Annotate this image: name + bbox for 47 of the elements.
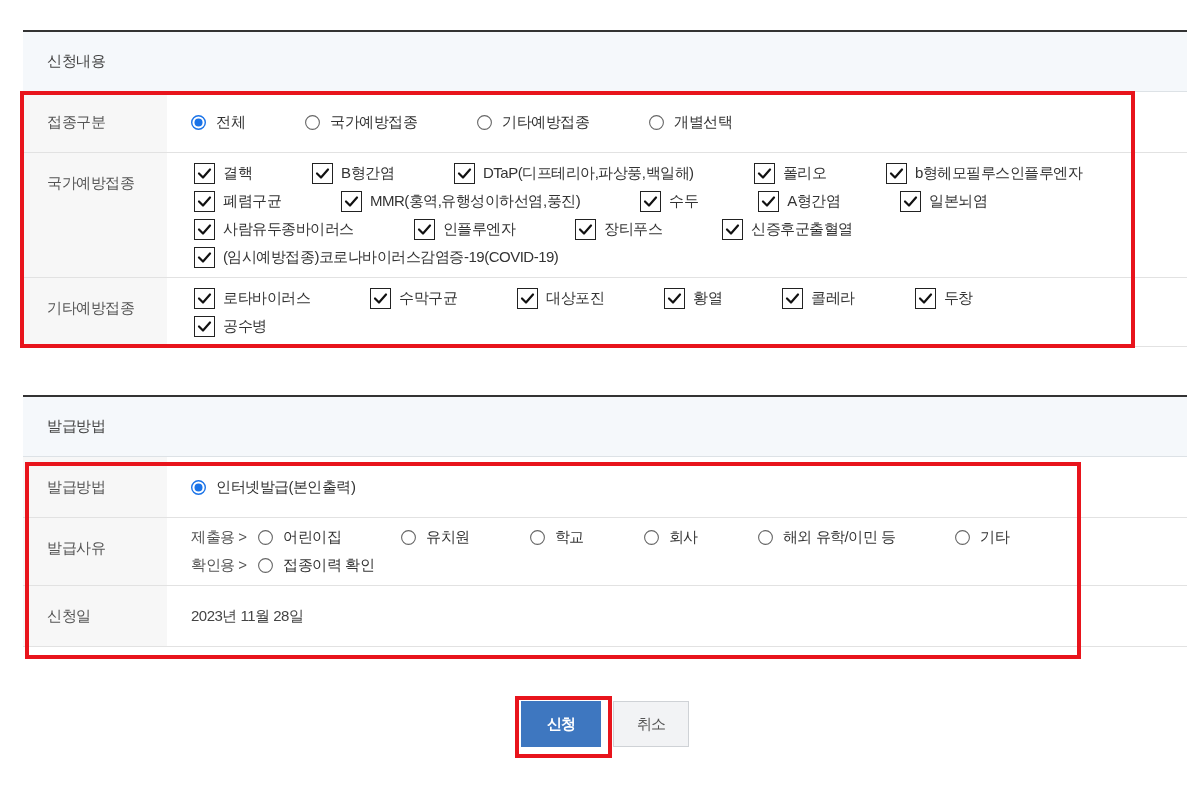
checkbox-option[interactable]: 황열 (664, 286, 722, 310)
apply-button[interactable]: 신청 (521, 701, 601, 747)
radio-option[interactable]: 개별선택 (649, 110, 732, 134)
checkbox-option[interactable]: 수막구균 (370, 286, 457, 310)
cancel-button[interactable]: 취소 (613, 701, 689, 747)
checkbox-option[interactable]: DTaP(디프테리아,파상풍,백일해) (454, 161, 694, 185)
radio-option[interactable]: 유치원 (401, 525, 470, 549)
radio-option[interactable]: 학교 (529, 525, 584, 549)
checkbox-option[interactable]: 인플루엔자 (413, 217, 515, 241)
checkbox-option[interactable]: 폴리오 (753, 161, 827, 185)
checkbox-option[interactable]: 사람유두종바이러스 (194, 217, 354, 241)
section-title: 신청내용 (47, 51, 105, 72)
checkbox-option[interactable]: 로타바이러스 (194, 286, 310, 310)
checkbox-option[interactable]: 폐렴구균 (194, 189, 281, 213)
radio-option[interactable]: 회사 (643, 525, 698, 549)
checkbox-option[interactable]: 공수병 (194, 314, 267, 338)
radio-option[interactable]: 해외 유학/이민 등 (757, 525, 896, 549)
row-label: 접종구분 (47, 111, 105, 132)
radio-option[interactable]: 인터넷발급(본인출력) (191, 475, 356, 499)
row-label: 신청일 (47, 605, 91, 626)
checkbox-option[interactable]: 콜레라 (782, 286, 855, 310)
row-label: 발급방법 (47, 476, 105, 497)
row-label: 발급사유 (47, 537, 105, 558)
checkbox-option[interactable]: 대상포진 (517, 286, 604, 310)
radio-option[interactable]: 국가예방접종 (305, 110, 417, 134)
checkbox-option[interactable]: 일본뇌염 (900, 189, 988, 213)
row-label: 국가예방접종 (47, 172, 134, 193)
checkbox-option[interactable]: (임시예방접종)코로나바이러스감염증-19(COVID-19) (194, 245, 559, 269)
checkbox-option[interactable]: B형간염 (312, 161, 394, 185)
checkbox-option[interactable]: A형간염 (758, 189, 841, 213)
radio-option[interactable]: 기타예방접종 (477, 110, 589, 134)
checkbox-option[interactable]: 장티푸스 (575, 217, 662, 241)
row-label: 기타예방접종 (47, 297, 134, 318)
radio-option[interactable]: 기타 (955, 525, 1010, 549)
category-label: 제출용 > (191, 526, 247, 547)
radio-option[interactable]: 어린이집 (258, 525, 342, 549)
radio-option[interactable]: 전체 (191, 110, 245, 134)
checkbox-option[interactable]: 결핵 (194, 161, 252, 185)
checkbox-option[interactable]: MMR(홍역,유행성이하선염,풍진) (341, 189, 581, 213)
date-value: 2023년 11월 28일 (191, 605, 304, 626)
category-label: 확인용 > (191, 554, 247, 575)
radio-option[interactable]: 접종이력 확인 (258, 553, 375, 577)
checkbox-option[interactable]: b형헤모필루스인플루엔자 (886, 161, 1083, 185)
section-title: 발급방법 (47, 416, 105, 437)
checkbox-option[interactable]: 두창 (914, 286, 973, 310)
checkbox-option[interactable]: 신증후군출혈열 (722, 217, 853, 241)
checkbox-option[interactable]: 수두 (640, 189, 699, 213)
